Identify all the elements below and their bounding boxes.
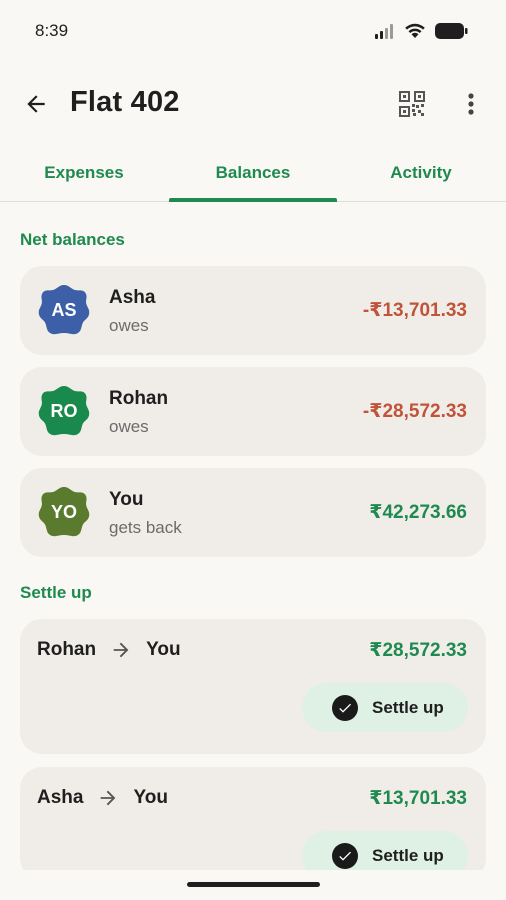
- balance-amount: ₹42,273.66: [369, 502, 467, 523]
- person-status: gets back: [109, 518, 182, 537]
- arrow-right-icon: [110, 639, 132, 661]
- settle-up-button-label: Settle up: [372, 697, 444, 717]
- settle-amount: ₹13,701.33: [369, 788, 467, 809]
- settle-up-heading: Settle up: [20, 583, 92, 602]
- status-time: 8:39: [35, 21, 69, 40]
- tab-balances[interactable]: Balances: [169, 144, 337, 202]
- net-balances-heading: Net balances: [20, 230, 125, 249]
- balance-amount: -₹13,701.33: [362, 300, 467, 321]
- avatar: RO: [38, 385, 90, 437]
- battery-icon: [434, 22, 468, 45]
- balance-amount: -₹28,572.33: [362, 401, 467, 422]
- more-options-button[interactable]: [458, 88, 484, 120]
- tab-bar: Expenses Balances Activity: [0, 144, 506, 202]
- settle-up-button[interactable]: Settle up: [302, 683, 468, 732]
- arrow-right-icon: [97, 787, 119, 809]
- settle-from: Rohan: [37, 639, 97, 660]
- status-icons: [374, 22, 468, 45]
- settle-transfer: Asha You: [37, 787, 168, 809]
- balance-card[interactable]: AS Asha owes -₹13,701.33: [20, 266, 486, 355]
- settle-card: Asha You ₹13,701.33 Settle up: [20, 767, 486, 880]
- qr-code-button[interactable]: [398, 90, 426, 118]
- page-title: Flat 402: [70, 86, 180, 118]
- tab-active-indicator: [169, 198, 337, 202]
- back-button[interactable]: [20, 88, 52, 120]
- avatar: AS: [38, 284, 90, 336]
- avatar: YO: [38, 486, 90, 538]
- tab-activity[interactable]: Activity: [337, 144, 505, 202]
- check-circle-icon: [332, 842, 358, 869]
- check-circle-icon: [332, 694, 358, 721]
- arrow-left-icon: [27, 95, 45, 113]
- settle-card: Rohan You ₹28,572.33 Settle up: [20, 619, 486, 754]
- avatar-initials: AS: [51, 299, 77, 320]
- signal-icon: [374, 23, 396, 44]
- person-name: Rohan: [109, 388, 169, 409]
- home-indicator[interactable]: [187, 882, 320, 887]
- settle-transfer: Rohan You: [37, 639, 181, 661]
- settle-from: Asha: [37, 787, 84, 808]
- balance-card[interactable]: YO You gets back ₹42,273.66: [20, 468, 486, 557]
- person-status: owes: [109, 417, 149, 436]
- person-name: You: [109, 489, 144, 510]
- settle-amount: ₹28,572.33: [369, 640, 467, 661]
- avatar-initials: YO: [50, 501, 77, 522]
- settle-to: You: [146, 639, 181, 660]
- person-status: owes: [109, 316, 149, 335]
- settle-up-button-label: Settle up: [372, 845, 444, 865]
- balance-card[interactable]: RO Rohan owes -₹28,572.33: [20, 367, 486, 456]
- more-vert-icon: [468, 93, 474, 115]
- app-bar: Flat 402: [0, 76, 506, 132]
- status-bar: 8:39: [0, 0, 506, 64]
- settle-to: You: [133, 787, 168, 808]
- person-name: Asha: [109, 287, 156, 308]
- qr-code-icon: [399, 91, 425, 117]
- wifi-icon: [404, 23, 426, 44]
- tab-expenses[interactable]: Expenses: [0, 144, 168, 202]
- avatar-initials: RO: [50, 400, 78, 421]
